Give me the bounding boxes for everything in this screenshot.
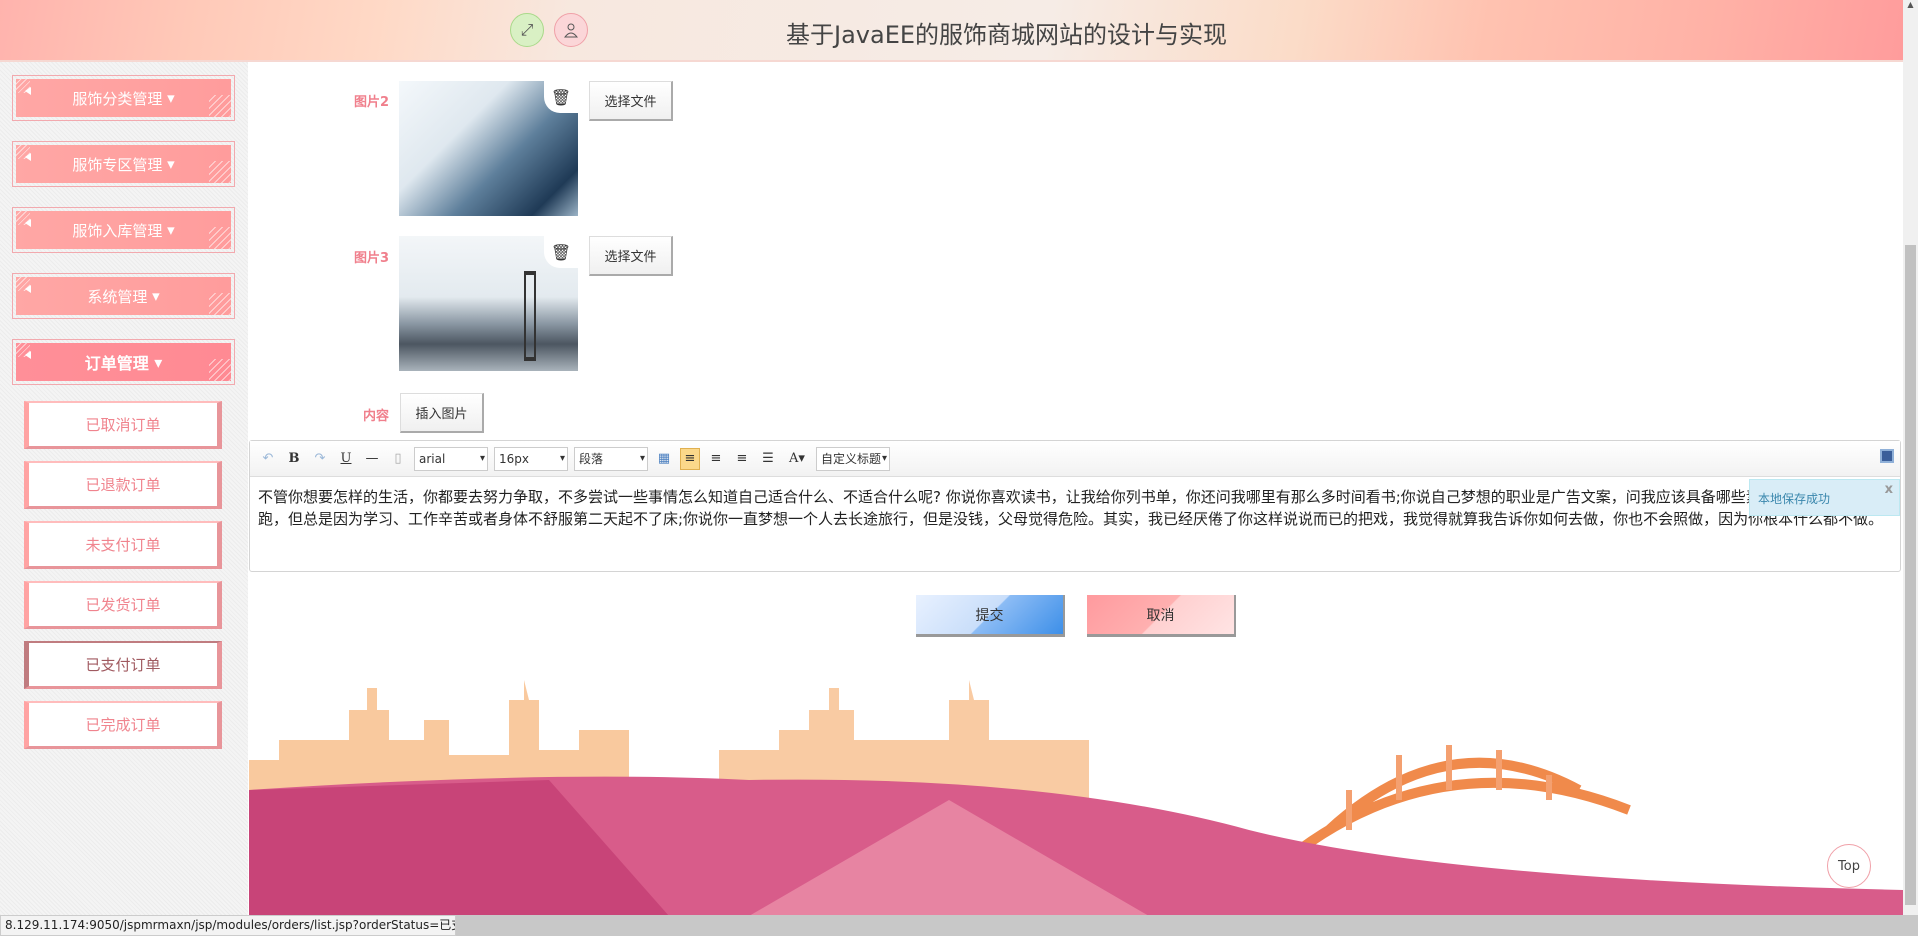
close-icon[interactable]: x (1885, 482, 1893, 497)
redo-icon[interactable]: ↷ (310, 448, 330, 470)
menu-system[interactable]: 系统管理 ▾ (12, 273, 235, 319)
choose-file-pic2-button[interactable]: 选择文件 (589, 81, 673, 121)
document-icon[interactable]: ▯ (388, 448, 408, 470)
content-label: 内容 (362, 409, 389, 424)
submenu-unpaid-orders[interactable]: 未支付订单 (24, 521, 222, 569)
underline-button[interactable]: U (336, 448, 356, 470)
submenu-completed-orders[interactable]: 已完成订单 (24, 701, 222, 749)
bold-button[interactable]: B (284, 448, 304, 470)
scroll-up-icon[interactable]: ▲ (1903, 0, 1918, 9)
pic3-label: 图片3 (353, 251, 389, 266)
delete-pic2-button[interactable]: 🗑 (544, 81, 578, 113)
menu-category[interactable]: 服饰分类管理 ▾ (12, 75, 235, 121)
submenu-paid-orders[interactable]: 已支付订单 (24, 641, 222, 689)
trash-icon: 🗑 (550, 87, 572, 107)
page-title: 基于JavaEE的服饰商城网站的设计与实现 (786, 21, 1228, 49)
back-to-top-button[interactable]: Top (1827, 844, 1871, 888)
cancel-button[interactable]: 取消 (1087, 595, 1236, 637)
pic3-image: 🗑 (399, 236, 578, 371)
sidebar: 服饰分类管理 ▾ 服饰专区管理 ▾ 服饰入库管理 ▾ 系统管理 ▾ 订单管理 ▾… (0, 62, 248, 915)
save-notice: 本地保存成功 x (1749, 479, 1900, 516)
choose-file-pic3-button[interactable]: 选择文件 (589, 236, 673, 276)
background-skyline (249, 680, 1903, 916)
menu-orders[interactable]: 订单管理 ▾ (12, 339, 235, 385)
status-url: 8.129.11.174:9050/jspmrmaxn/jsp/modules/… (0, 915, 456, 936)
editor-content[interactable]: 不管你想要怎样的生活，你都要去努力争取，不多尝试一些事情怎么知道自己适合什么、不… (250, 477, 1900, 539)
scrollbar-thumb[interactable] (1905, 245, 1916, 905)
horizontal-rule-icon[interactable]: — (362, 448, 382, 470)
menu-label: 服饰入库管理 (72, 221, 163, 240)
pic2-label: 图片2 (353, 95, 389, 110)
font-color-button[interactable]: A ▾ (784, 448, 810, 470)
undo-icon[interactable]: ↶ (258, 448, 278, 470)
font-color-label: A (789, 451, 799, 466)
editor-toolbar: ↶ B ↷ U — ▯ arial 16px 段落 ▦ ≡ ≡ ≡ ☰ A▾ 自… (250, 441, 1900, 477)
menu-label: 服饰专区管理 (72, 155, 163, 174)
submenu-shipped-orders[interactable]: 已发货订单 (24, 581, 222, 629)
fullscreen-icon[interactable]: ⤢ (510, 13, 544, 47)
menu-zone[interactable]: 服饰专区管理 ▾ (12, 141, 235, 187)
table-icon[interactable]: ▦ (654, 448, 674, 470)
menu-label: 系统管理 (87, 287, 148, 306)
submenu-refunded-orders[interactable]: 已退款订单 (24, 461, 222, 509)
header: ⤢ 基于JavaEE的服饰商城网站的设计与实现 (0, 0, 1903, 62)
pic2-image: 🗑 (399, 81, 578, 216)
insert-image-button[interactable]: 插入图片 (400, 393, 484, 433)
notice-text: 本地保存成功 (1758, 492, 1831, 506)
submenu-cancelled-orders[interactable]: 已取消订单 (24, 401, 222, 449)
submit-button[interactable]: 提交 (916, 595, 1065, 637)
delete-pic3-button[interactable]: 🗑 (544, 236, 578, 268)
menu-label: 订单管理 (84, 354, 149, 373)
font-size-select[interactable]: 16px (494, 446, 568, 471)
align-center-icon[interactable]: ≡ (732, 448, 752, 470)
hourglass-shape (524, 271, 536, 361)
menu-stock[interactable]: 服饰入库管理 ▾ (12, 207, 235, 253)
rich-text-editor: ↶ B ↷ U — ▯ arial 16px 段落 ▦ ≡ ≡ ≡ ☰ A▾ 自… (249, 440, 1901, 572)
menu-label: 服饰分类管理 (72, 89, 163, 108)
align-left-icon[interactable]: ≡ (680, 447, 700, 470)
align-right-icon[interactable]: ≡ (706, 448, 726, 470)
align-justify-icon[interactable]: ☰ (758, 448, 778, 470)
fullscreen-editor-icon[interactable] (1880, 449, 1894, 463)
paragraph-select[interactable]: 段落 (574, 446, 648, 471)
status-bar: 8.129.11.174:9050/jspmrmaxn/jsp/modules/… (0, 915, 1918, 936)
trash-icon: 🗑 (550, 242, 572, 262)
user-icon[interactable] (554, 13, 588, 47)
custom-title-select[interactable]: 自定义标题 (816, 446, 890, 471)
scrollbar[interactable]: ▲ (1903, 0, 1918, 915)
font-family-select[interactable]: arial (414, 446, 488, 471)
